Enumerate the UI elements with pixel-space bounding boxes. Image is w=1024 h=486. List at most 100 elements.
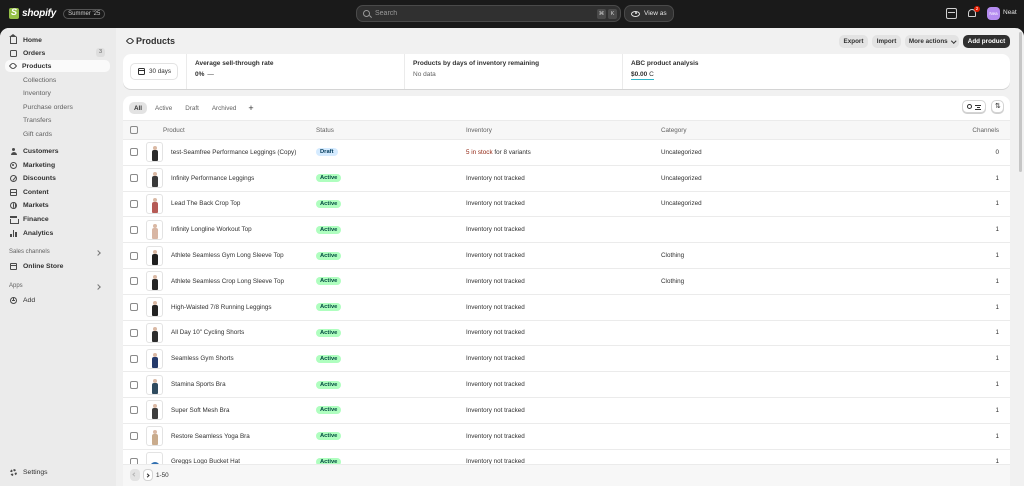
column-header-status[interactable]: Status xyxy=(316,121,466,140)
sidebar-item-settings[interactable]: Settings xyxy=(5,466,110,478)
product-thumbnail[interactable] xyxy=(146,193,163,214)
table-row[interactable]: Stamina Sports Bra Active Inventory not tr… xyxy=(123,372,1010,398)
sidebar-item-discounts[interactable]: Discounts xyxy=(5,172,110,184)
product-name[interactable]: Stamina Sports Bra xyxy=(171,381,226,388)
product-thumbnail[interactable] xyxy=(146,348,163,369)
sidebar-item-collections[interactable]: Collections xyxy=(5,74,110,86)
product-name[interactable]: Athlete Seamless Crop Long Sleeve Top xyxy=(171,278,284,285)
sidebar-item-transfers[interactable]: Transfers xyxy=(5,114,110,126)
row-checkbox[interactable] xyxy=(130,174,138,183)
product-name[interactable]: Restore Seamless Yoga Bra xyxy=(171,433,250,440)
sidebar-item-inventory[interactable]: Inventory xyxy=(5,87,110,99)
sidebar-item-content[interactable]: Content xyxy=(5,186,110,198)
row-checkbox[interactable] xyxy=(130,225,138,234)
table-row[interactable]: Lead The Back Crop Top Active Inventory no… xyxy=(123,191,1010,217)
row-checkbox[interactable] xyxy=(130,432,138,441)
previous-page-button[interactable] xyxy=(130,469,140,481)
view-as-button[interactable]: View as xyxy=(624,5,674,22)
chevron-right-icon[interactable] xyxy=(95,284,101,290)
user-name[interactable]: Neat xyxy=(1003,9,1017,16)
sort-button[interactable] xyxy=(991,100,1004,113)
product-name[interactable]: test-Seamfree Performance Leggings (Copy… xyxy=(171,149,296,156)
sidebar-item-home[interactable]: Home xyxy=(5,33,110,46)
tab-draft[interactable]: Draft xyxy=(180,102,204,114)
edition-badge[interactable]: Summer '25 xyxy=(63,8,106,19)
product-name[interactable]: Infinity Longline Workout Top xyxy=(171,226,252,233)
import-button[interactable]: Import xyxy=(872,35,901,48)
row-checkbox[interactable] xyxy=(130,303,138,312)
column-header-category[interactable]: Category xyxy=(661,121,891,140)
tab-active[interactable]: Active xyxy=(150,102,177,114)
sidebar-item-add-app[interactable]: Add xyxy=(5,294,110,306)
table-row[interactable]: Infinity Performance Leggings Active Inven… xyxy=(123,165,1010,192)
sidebar-item-orders[interactable]: Orders 3 xyxy=(5,47,110,59)
product-name[interactable]: Seamless Gym Shorts xyxy=(171,355,234,362)
table-row[interactable]: Restore Seamless Yoga Bra Active Inventory… xyxy=(123,423,1010,450)
row-checkbox[interactable] xyxy=(130,148,138,157)
shopify-logo[interactable]: shopify Summer '25 xyxy=(9,7,106,19)
product-thumbnail[interactable] xyxy=(146,400,163,421)
column-header-product[interactable]: Product xyxy=(163,121,316,140)
global-search[interactable]: ⌘ K xyxy=(356,5,621,22)
product-name[interactable]: All Day 10" Cycling Shorts xyxy=(171,329,244,336)
table-row[interactable]: Infinity Longline Workout Top Active Inven… xyxy=(123,217,1010,243)
chevron-right-icon[interactable] xyxy=(95,250,101,256)
sidebar-item-gift-cards[interactable]: Gift cards xyxy=(5,128,110,140)
row-checkbox[interactable] xyxy=(130,354,138,363)
product-thumbnail[interactable] xyxy=(146,142,163,163)
table-row[interactable]: Super Soft Mesh Bra Active Inventory not t… xyxy=(123,397,1010,424)
date-range-picker[interactable]: 30 days xyxy=(130,63,178,80)
product-name[interactable]: Lead The Back Crop Top xyxy=(171,200,240,207)
sidebar-item-online-store[interactable]: Online Store xyxy=(5,260,110,272)
table-row[interactable]: All Day 10" Cycling Shorts Active Inventor… xyxy=(123,320,1010,346)
avatar[interactable]: Nea xyxy=(987,7,1000,20)
row-checkbox[interactable] xyxy=(130,251,138,260)
store-icon[interactable] xyxy=(946,8,957,19)
sidebar-item-analytics[interactable]: Analytics xyxy=(5,227,110,239)
sidebar-item-products[interactable]: Products xyxy=(5,60,110,72)
product-name[interactable]: Infinity Performance Leggings xyxy=(171,175,254,182)
table-row[interactable]: Athlete Seamless Crop Long Sleeve Top Act… xyxy=(123,268,1010,295)
export-button[interactable]: Export xyxy=(839,35,868,48)
product-thumbnail[interactable] xyxy=(146,168,163,189)
tab-archived[interactable]: Archived xyxy=(207,102,242,114)
column-header-channels[interactable]: Channels xyxy=(891,121,1010,140)
scrollbar-thumb[interactable] xyxy=(1019,32,1022,172)
select-all-checkbox[interactable] xyxy=(130,126,138,134)
more-actions-button[interactable]: More actions xyxy=(905,35,959,48)
product-thumbnail[interactable] xyxy=(146,322,163,343)
sidebar-item-markets[interactable]: Markets xyxy=(5,199,110,211)
product-name[interactable]: Super Soft Mesh Bra xyxy=(171,407,229,414)
metric-abc-analysis[interactable]: ABC product analysis $0.00 C xyxy=(623,54,839,89)
row-checkbox[interactable] xyxy=(130,406,138,415)
table-row[interactable]: test-Seamfree Performance Leggings (Copy… xyxy=(123,140,1010,166)
product-name[interactable]: High-Waisted 7/8 Running Leggings xyxy=(171,304,272,311)
search-filter-button[interactable] xyxy=(962,100,986,113)
row-checkbox[interactable] xyxy=(130,380,138,389)
sidebar-item-marketing[interactable]: Marketing xyxy=(5,159,110,171)
row-checkbox[interactable] xyxy=(130,199,138,208)
product-thumbnail[interactable] xyxy=(146,245,163,266)
tab-all[interactable]: All xyxy=(129,102,148,114)
sales-channels-heading[interactable]: Sales channels xyxy=(9,249,50,255)
table-row[interactable]: Seamless Gym Shorts Active Inventory not t… xyxy=(123,346,1010,372)
next-page-button[interactable] xyxy=(143,469,153,481)
sidebar-item-finance[interactable]: Finance xyxy=(5,213,110,225)
add-product-button[interactable]: Add product xyxy=(963,35,1010,48)
apps-heading[interactable]: Apps xyxy=(9,283,23,289)
add-view-icon[interactable]: + xyxy=(244,102,257,114)
product-thumbnail[interactable] xyxy=(146,426,163,447)
product-thumbnail[interactable] xyxy=(146,297,163,318)
product-thumbnail[interactable] xyxy=(146,374,163,395)
product-thumbnail[interactable] xyxy=(146,219,163,240)
table-row[interactable]: Athlete Seamless Gym Long Sleeve Top Acti… xyxy=(123,243,1010,269)
product-thumbnail[interactable] xyxy=(146,271,163,292)
row-checkbox[interactable] xyxy=(130,328,138,337)
scrollbar[interactable] xyxy=(1017,28,1024,486)
metric-sell-through[interactable]: Average sell-through rate 0% — xyxy=(187,54,403,89)
notifications-bell-icon[interactable]: 2 xyxy=(967,6,980,19)
sidebar-item-customers[interactable]: Customers xyxy=(5,145,110,157)
search-input[interactable] xyxy=(375,10,575,17)
product-name[interactable]: Athlete Seamless Gym Long Sleeve Top xyxy=(171,252,284,259)
sidebar-item-purchase-orders[interactable]: Purchase orders xyxy=(5,101,110,113)
